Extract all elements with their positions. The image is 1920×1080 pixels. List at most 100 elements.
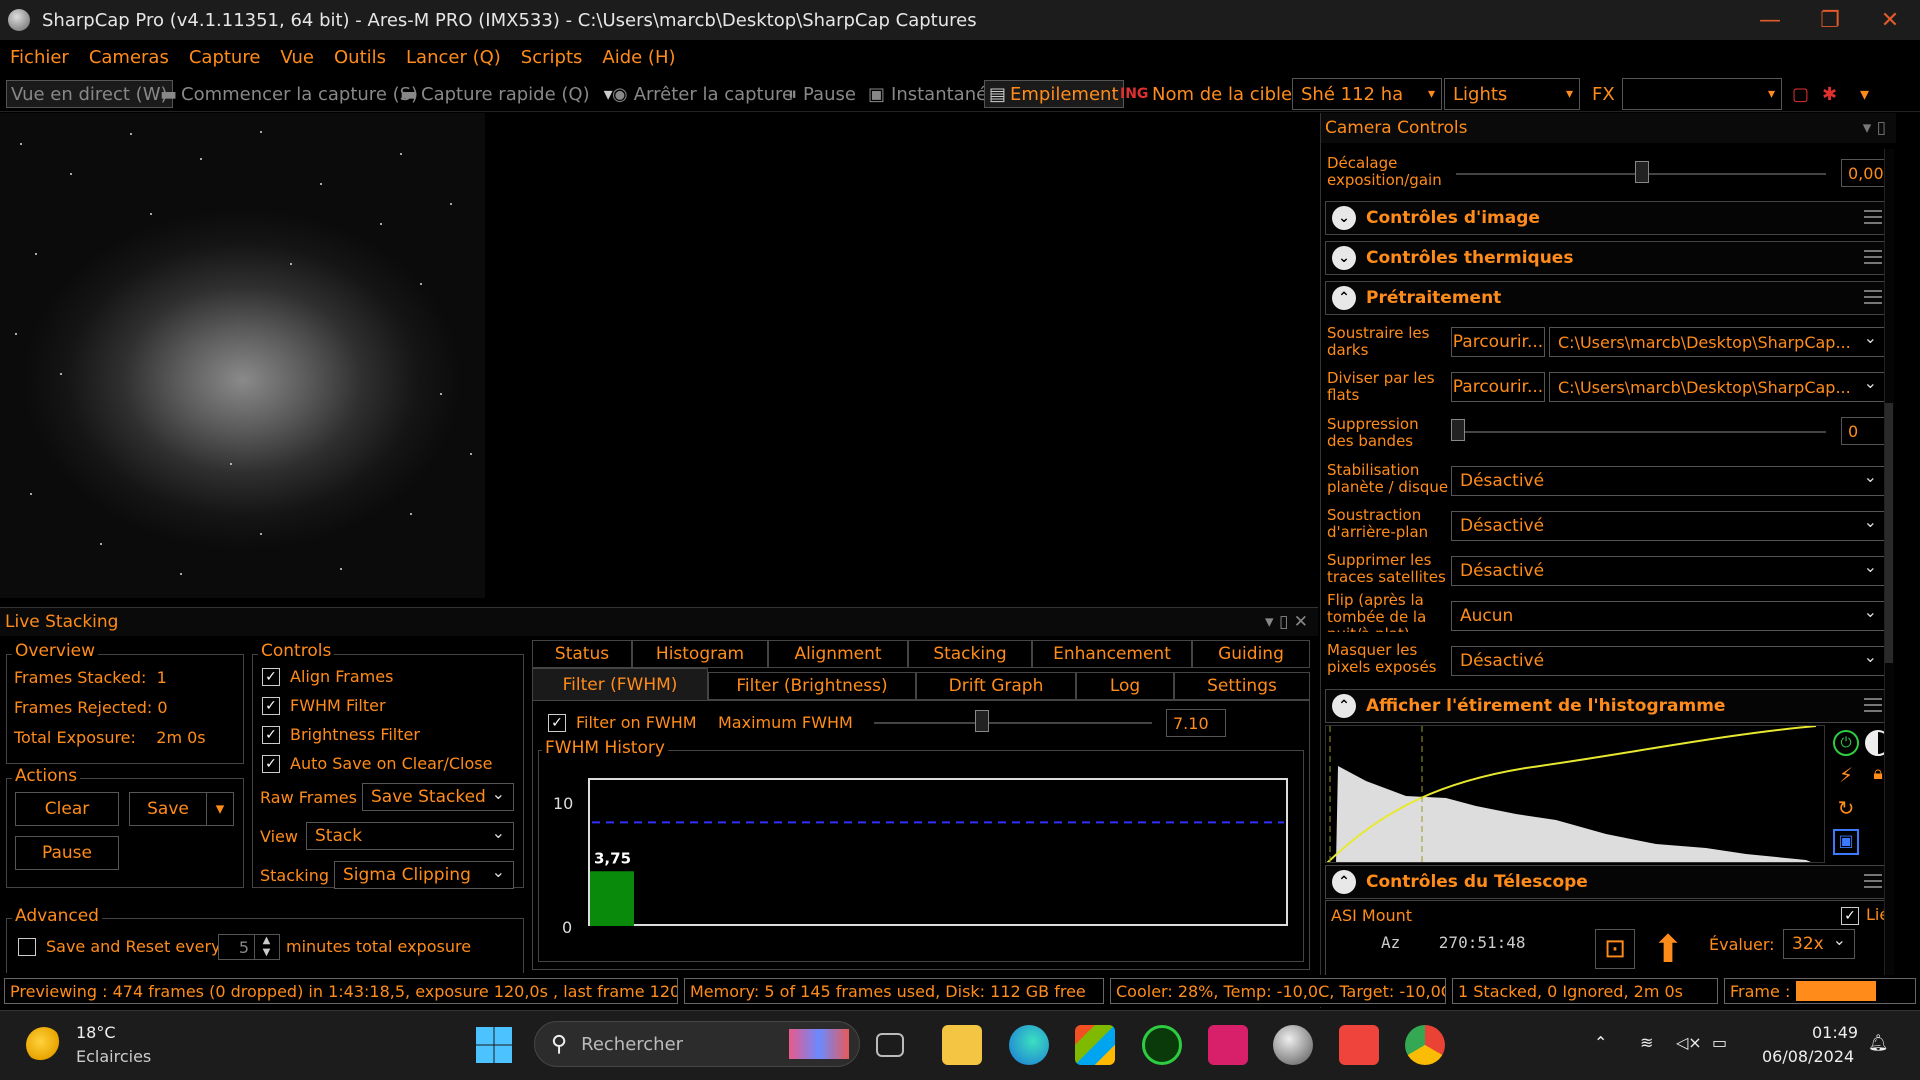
minimize-icon[interactable]: — (1740, 0, 1800, 40)
chrome-icon[interactable] (1405, 1025, 1445, 1065)
stacking-dropdown[interactable]: Sigma Clipping (334, 861, 514, 889)
volume-muted-icon[interactable]: ◁× (1676, 1033, 1702, 1052)
satellite-dropdown[interactable]: Désactivé (1451, 556, 1886, 586)
restore-icon[interactable]: ❐ (1800, 0, 1860, 40)
image-controls-section[interactable]: ⌄ Contrôles d'image (1325, 201, 1893, 235)
task-view-icon[interactable] (876, 1033, 904, 1057)
target-name-dropdown[interactable]: Shé 112 ha (1292, 78, 1442, 110)
menu-aide[interactable]: Aide (H) (602, 47, 675, 68)
notification-bell-icon[interactable]: 🔔︎ (1868, 1033, 1888, 1052)
rate-dropdown[interactable]: 32x (1783, 929, 1855, 959)
stepper-icon[interactable]: ▲ ▼ (254, 935, 278, 959)
tab-alignment[interactable]: Alignment (768, 640, 908, 668)
close-icon[interactable]: ✕ (1860, 0, 1920, 40)
pin-icon[interactable]: ▾ ▯ (1863, 118, 1886, 138)
store-icon[interactable] (1075, 1025, 1115, 1065)
background-dropdown[interactable]: Désactivé (1451, 511, 1886, 541)
file-explorer-icon[interactable] (942, 1025, 982, 1065)
save-histogram-icon[interactable]: ▣ (1833, 829, 1859, 855)
astro-app-icon[interactable] (1208, 1025, 1248, 1065)
clock-time[interactable]: 01:49 (1812, 1023, 1858, 1042)
flats-path-dropdown[interactable]: C:\Users\marcb\Desktop\SharpCap... (1549, 372, 1886, 402)
view-dropdown[interactable]: Stack (306, 822, 514, 850)
tab-filter-fwhm[interactable]: Filter (FWHM) (532, 668, 708, 700)
weather-icon[interactable] (26, 1027, 62, 1063)
goto-icon[interactable]: ⊡ (1595, 929, 1635, 969)
stacking-button[interactable]: ▤ Empilement (984, 80, 1124, 108)
reset-icon[interactable]: ↻ (1833, 796, 1859, 822)
weather-desc[interactable]: Eclaircies (76, 1047, 151, 1066)
filter-on-fwhm-checkbox[interactable]: ✓ (548, 714, 566, 732)
weather-temp[interactable]: 18°C (76, 1023, 116, 1042)
tray-chevron-icon[interactable]: ⌃ (1594, 1033, 1607, 1052)
image-preview[interactable] (0, 113, 485, 598)
menu-lancer[interactable]: Lancer (Q) (406, 47, 501, 68)
max-fwhm-value[interactable]: 7.10 (1166, 709, 1226, 737)
raw-frames-dropdown[interactable]: Save Stacked (362, 783, 514, 811)
quick-capture-button[interactable]: ▬ Capture rapide (Q) ▾ (400, 80, 613, 108)
reticle-icon[interactable]: ✱ (1822, 80, 1837, 108)
menu-icon[interactable] (1864, 698, 1882, 712)
tab-drift-graph[interactable]: Drift Graph (916, 672, 1076, 700)
record-icon[interactable]: ▢ (1792, 80, 1809, 108)
mask-dropdown[interactable]: Désactivé (1451, 646, 1886, 676)
fwhm-filter-checkbox[interactable]: ✓ (262, 697, 280, 715)
tab-settings[interactable]: Settings (1174, 672, 1310, 700)
menu-scripts[interactable]: Scripts (521, 47, 583, 68)
power-icon[interactable]: ⏻ (1833, 730, 1859, 756)
offset-value[interactable]: 0,00 (1841, 159, 1889, 187)
linked-checkbox[interactable]: ✓ (1841, 907, 1859, 925)
browse-flats-button[interactable]: Parcourir... (1451, 372, 1545, 402)
darks-path-dropdown[interactable]: C:\Users\marcb\Desktop\SharpCap... (1549, 327, 1886, 357)
max-fwhm-slider-track[interactable] (874, 722, 1152, 724)
align-frames-checkbox[interactable]: ✓ (262, 668, 280, 686)
pause-stack-button[interactable]: Pause (15, 836, 119, 870)
save-reset-checkbox[interactable] (18, 938, 36, 956)
close-icon[interactable]: ▾ ▯ ✕ (1265, 612, 1308, 632)
flip-dropdown[interactable]: Aucun (1451, 601, 1886, 631)
windows-start-icon[interactable] (476, 1027, 512, 1063)
tab-histogram[interactable]: Histogram (632, 640, 768, 668)
wifi-icon[interactable]: ≋ (1640, 1033, 1653, 1052)
tab-enhancement[interactable]: Enhancement (1032, 640, 1192, 668)
offset-slider-knob[interactable] (1635, 161, 1649, 183)
menu-icon[interactable] (1864, 874, 1882, 888)
banding-slider-knob[interactable] (1451, 419, 1465, 441)
overflow-chevron-icon[interactable]: ▾ (1860, 80, 1869, 108)
clock-date[interactable]: 06/08/2024 (1762, 1047, 1854, 1066)
menu-capture[interactable]: Capture (189, 47, 261, 68)
thermal-controls-section[interactable]: ⌄ Contrôles thermiques (1325, 241, 1893, 275)
taskbar-search[interactable]: ⚲ Rechercher (534, 1021, 860, 1067)
menu-icon[interactable] (1864, 290, 1882, 304)
sharpcap-icon[interactable] (1273, 1025, 1313, 1065)
tab-guiding[interactable]: Guiding (1192, 640, 1310, 668)
menu-icon[interactable] (1864, 210, 1882, 224)
scrollbar-thumb[interactable] (1885, 403, 1893, 663)
stop-capture-button[interactable]: ◉ Arrêter la capture (612, 80, 793, 108)
edge-icon[interactable] (1009, 1025, 1049, 1065)
max-fwhm-slider-knob[interactable] (975, 710, 989, 732)
bolt-icon[interactable]: ⚡ (1833, 763, 1859, 789)
menu-vue[interactable]: Vue (280, 47, 314, 68)
tab-stacking[interactable]: Stacking (908, 640, 1032, 668)
save-options-chevron-icon[interactable]: ▾ (206, 792, 234, 826)
phd-guiding-icon[interactable] (1142, 1025, 1182, 1065)
live-view-button[interactable]: Vue en direct (W) (6, 80, 173, 108)
telescope-section[interactable]: ⌃ Contrôles du Télescope (1325, 865, 1893, 899)
clear-button[interactable]: Clear (15, 792, 119, 826)
tab-log[interactable]: Log (1076, 672, 1174, 700)
battery-icon[interactable]: ▭ (1712, 1033, 1727, 1052)
pause-button[interactable]: ⏸ Pause (788, 80, 856, 108)
anydesk-icon[interactable] (1339, 1025, 1379, 1065)
stabilization-dropdown[interactable]: Désactivé (1451, 466, 1886, 496)
menu-cameras[interactable]: Cameras (89, 47, 169, 68)
frame-type-dropdown[interactable]: Lights (1444, 78, 1580, 110)
preprocessing-section[interactable]: ⌃ Prétraitement (1325, 281, 1893, 315)
menu-outils[interactable]: Outils (334, 47, 386, 68)
autosave-checkbox[interactable]: ✓ (262, 755, 280, 773)
histogram-display[interactable] (1325, 725, 1825, 863)
menu-icon[interactable] (1864, 250, 1882, 264)
fx-dropdown[interactable] (1622, 78, 1782, 110)
save-button[interactable]: Save (129, 792, 207, 826)
menu-fichier[interactable]: Fichier (10, 47, 69, 68)
